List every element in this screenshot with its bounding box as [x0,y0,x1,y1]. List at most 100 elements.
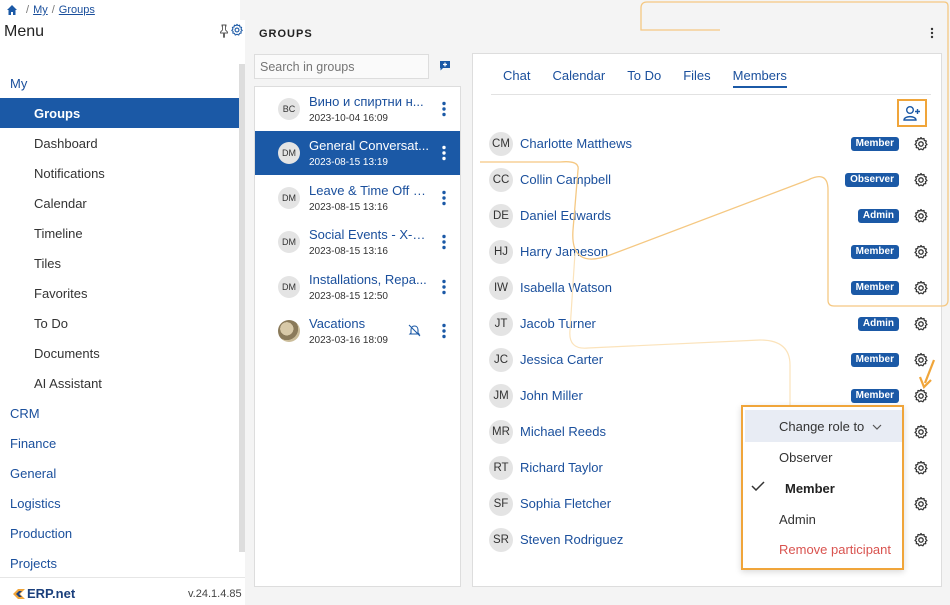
breadcrumb: / My / Groups [0,0,240,20]
sidebar-item-timeline[interactable]: Timeline [0,218,239,248]
member-avatar: JM [489,384,513,408]
member-row: JC Jessica Carter Member [489,342,929,378]
member-name[interactable]: John Miller [520,388,583,403]
role-badge: Member [850,389,899,403]
member-row: HJ Harry Jameson Member [489,234,929,270]
remove-participant-option[interactable]: Remove participant [779,542,891,557]
group-options-icon[interactable] [442,279,446,295]
group-options-icon[interactable] [442,323,446,339]
add-user-icon [903,106,920,121]
member-name[interactable]: Charlotte Matthews [520,136,632,151]
member-name[interactable]: Michael Reeds [520,424,606,439]
sidebar-item-logistics[interactable]: Logistics [0,488,239,518]
breadcrumb-separator: / [26,4,30,16]
member-settings-icon[interactable] [913,460,929,476]
member-avatar: MR [489,420,513,444]
role-option-observer[interactable]: Observer [779,450,832,465]
member-name[interactable]: Sophia Fletcher [520,496,611,511]
tab-calendar[interactable]: Calendar [552,68,605,88]
member-name[interactable]: Jessica Carter [520,352,603,367]
member-name[interactable]: Steven Rodriguez [520,532,623,547]
member-avatar: IW [489,276,513,300]
home-icon[interactable] [6,4,18,16]
group-item[interactable]: DM Installations, Repa... 2023-08-15 12:50 [255,265,460,309]
member-name[interactable]: Collin Campbell [520,172,611,187]
chevron-down-icon [872,424,882,430]
sidebar-item-documents[interactable]: Documents [0,338,239,368]
group-options-icon[interactable] [442,190,446,206]
sidebar-item-ai-assistant[interactable]: AI Assistant [0,368,239,398]
search-input[interactable] [254,54,429,79]
group-item[interactable]: DM Social Events - X-T... 2023-08-15 13:16 [255,220,460,264]
group-options-icon[interactable] [442,234,446,250]
member-avatar: CM [489,132,513,156]
sidebar-nav: My Groups Dashboard Notifications Calendar Ti… [0,68,239,578]
breadcrumb-my[interactable]: My [33,4,48,16]
sidebar-item-calendar[interactable]: Calendar [0,188,239,218]
muted-bell-icon [408,324,421,337]
sidebar-item-notifications[interactable]: Notifications [0,158,239,188]
member-avatar: DE [489,204,513,228]
tab-chat[interactable]: Chat [503,68,530,88]
member-settings-icon[interactable] [913,388,929,404]
member-settings-icon[interactable] [913,208,929,224]
member-settings-icon[interactable] [913,244,929,260]
role-badge: Observer [845,173,899,187]
group-item[interactable]: DM Leave & Time Off - ... 2023-08-15 13:16 [255,176,460,220]
sidebar-item-tiles[interactable]: Tiles [0,248,239,278]
tab-to-do[interactable]: To Do [627,68,661,88]
member-name[interactable]: Harry Jameson [520,244,608,259]
sidebar-item-favorites[interactable]: Favorites [0,278,239,308]
sidebar-item-finance[interactable]: Finance [0,428,239,458]
group-options-icon[interactable] [442,145,446,161]
member-settings-icon[interactable] [913,532,929,548]
group-list: BC Вино и спиртни н... 2023-10-04 16:09 DM G… [254,86,461,587]
role-option-admin[interactable]: Admin [779,512,816,527]
add-member-button[interactable] [897,99,927,127]
gear-icon[interactable] [230,23,244,37]
group-avatar: DM [278,276,300,298]
breadcrumb-groups[interactable]: Groups [59,4,95,16]
member-settings-icon[interactable] [913,496,929,512]
sidebar-scrollbar[interactable] [239,64,245,552]
breadcrumb-separator: / [51,4,55,16]
sidebar-item-my[interactable]: My [0,68,239,98]
group-date: 2023-10-04 16:09 [309,113,388,124]
member-settings-icon[interactable] [913,172,929,188]
role-badge: Member [850,245,899,259]
group-item[interactable]: DM General Conversat... 2023-08-15 13:19 [255,131,460,175]
member-name[interactable]: Richard Taylor [520,460,603,475]
change-role-header[interactable]: Change role to [745,410,902,442]
erp-logo-icon [13,588,25,599]
member-row: DE Daniel Edwards Admin [489,198,929,234]
sidebar-item-projects[interactable]: Projects [0,548,239,578]
member-name[interactable]: Isabella Watson [520,280,612,295]
member-settings-icon[interactable] [913,316,929,332]
sidebar-item-groups[interactable]: Groups [0,98,239,128]
member-settings-icon[interactable] [913,280,929,296]
group-item[interactable]: BC Вино и спиртни н... 2023-10-04 16:09 [255,87,460,131]
more-options-icon[interactable] [930,27,934,39]
member-row: CC Collin Campbell Observer [489,162,929,198]
pin-icon[interactable] [219,24,229,38]
sidebar-item-crm[interactable]: CRM [0,398,239,428]
group-date: 2023-03-16 18:09 [309,335,388,346]
member-settings-icon[interactable] [913,424,929,440]
new-message-icon[interactable] [439,60,451,71]
sidebar: Menu My Groups Dashboard Notifications Calen… [0,20,245,605]
sidebar-item-production[interactable]: Production [0,518,239,548]
tab-members[interactable]: Members [732,68,787,88]
member-name[interactable]: Jacob Turner [520,316,596,331]
sidebar-item-dashboard[interactable]: Dashboard [0,128,239,158]
tab-files[interactable]: Files [683,68,710,88]
group-item[interactable]: Vacations 2023-03-16 18:09 [255,309,460,353]
group-options-icon[interactable] [442,101,446,117]
role-badge: Member [850,281,899,295]
member-name[interactable]: Daniel Edwards [520,208,611,223]
sidebar-item-to-do[interactable]: To Do [0,308,239,338]
member-row: JT Jacob Turner Admin [489,306,929,342]
member-settings-icon[interactable] [913,136,929,152]
member-settings-icon[interactable] [913,352,929,368]
sidebar-item-general[interactable]: General [0,458,239,488]
role-option-member[interactable]: Member [785,481,835,496]
